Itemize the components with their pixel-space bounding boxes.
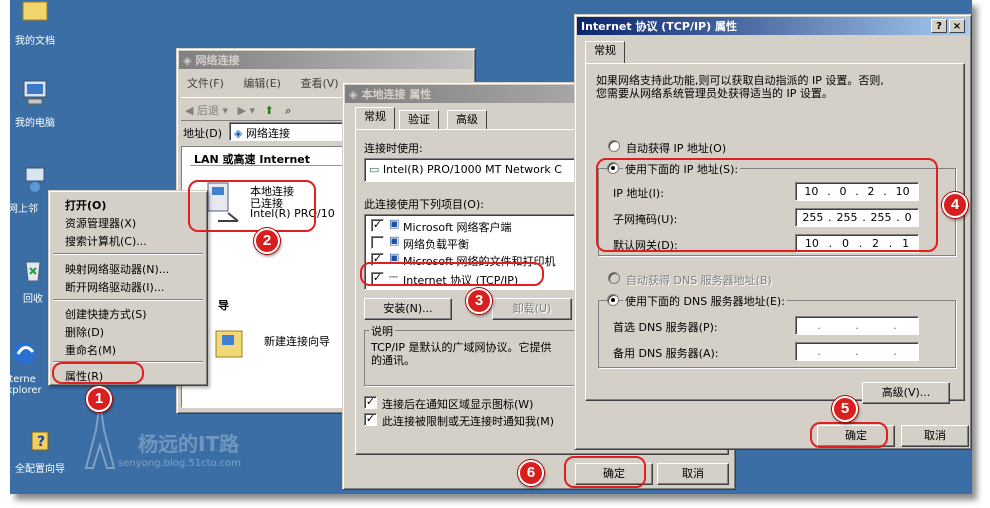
watermark-url: senyong.blog.51cto.com bbox=[118, 458, 241, 469]
desktop-icon-security-wizard[interactable]: ? 全配置向导 bbox=[10, 424, 80, 475]
network-icon bbox=[25, 167, 45, 192]
internet-explorer-icon bbox=[14, 342, 36, 364]
menu-explorer[interactable]: 资源管理器(X) bbox=[65, 215, 136, 231]
network-menubar: 文件(F) 编辑(E) 查看(V) bbox=[187, 75, 355, 91]
highlight-ring-tcpip bbox=[360, 262, 544, 286]
folder-icon bbox=[22, 1, 48, 21]
security-wizard-icon: ? bbox=[31, 431, 49, 451]
alternate-dns-field[interactable]: ... bbox=[795, 342, 919, 361]
pc-icon: ▣ bbox=[389, 234, 400, 247]
manual-dns-group: 使用下面的 DNS 服务器地址(E): 首选 DNS 服务器(P): ... 备… bbox=[598, 293, 956, 368]
wizard-icon bbox=[215, 330, 243, 358]
callout-3: 3 bbox=[466, 288, 492, 314]
radio-manual-dns[interactable] bbox=[607, 294, 619, 306]
callout-6: 6 bbox=[518, 460, 544, 486]
new-connection-wizard-label: 新建连接向导 bbox=[264, 335, 330, 348]
highlight-ring-ip-settings bbox=[596, 158, 938, 252]
highlight-ring-properties-ok bbox=[564, 456, 646, 488]
tcpip-cancel-button[interactable]: 取消 bbox=[901, 425, 969, 447]
highlight-ring-tcpip-ok bbox=[810, 422, 888, 448]
preferred-dns-field[interactable]: ... bbox=[795, 316, 919, 335]
network-window-icon: ◈ bbox=[349, 87, 358, 101]
tcpip-title: Internet 协议 (TCP/IP) 属性 bbox=[581, 20, 737, 33]
description-text: TCP/IP 是默认的广域网协议。它提供 的通讯。 bbox=[371, 341, 552, 367]
close-button[interactable]: × bbox=[949, 19, 965, 33]
menu-disconnect-drive[interactable]: 断开网络驱动器(I)... bbox=[65, 279, 164, 295]
advanced-button[interactable]: 高级(V)... bbox=[862, 382, 950, 404]
computer-icon bbox=[23, 80, 47, 105]
radio-auto-dns[interactable] bbox=[608, 272, 620, 284]
alternate-dns-label: 备用 DNS 服务器(A): bbox=[613, 347, 719, 360]
notify-label: 此连接被限制或无连接时通知我(M) bbox=[382, 415, 555, 428]
menu-edit[interactable]: 编辑(E) bbox=[243, 77, 281, 90]
component-nlb[interactable]: 网络负载平衡 bbox=[403, 236, 469, 252]
connect-using-label: 连接时使用: bbox=[364, 142, 423, 155]
auto-ip-label: 自动获得 IP 地址(O) bbox=[626, 142, 727, 155]
recycle-bin-icon bbox=[25, 261, 41, 282]
highlight-ring-properties bbox=[52, 362, 144, 384]
tab-general[interactable]: 常规 bbox=[585, 41, 625, 63]
highlight-ring-local-connection bbox=[188, 180, 316, 232]
menu-map-drive[interactable]: 映射网络驱动器(N)... bbox=[65, 261, 169, 277]
checkbox-ms-client[interactable]: ✓ bbox=[371, 219, 384, 232]
menu-rename[interactable]: 重命名(M) bbox=[65, 342, 116, 358]
callout-2: 2 bbox=[254, 228, 280, 254]
description-label: 说明 bbox=[369, 323, 395, 339]
tab-general[interactable]: 常规 bbox=[355, 107, 395, 129]
tab-advanced[interactable]: 高级 bbox=[447, 110, 487, 130]
checkbox-nlb[interactable] bbox=[371, 236, 384, 249]
items-label: 此连接使用下列项目(O): bbox=[364, 198, 484, 211]
forward-arrow-icon[interactable]: ▶ ▾ bbox=[238, 104, 255, 117]
menu-view[interactable]: 查看(V) bbox=[300, 77, 338, 90]
preferred-dns-label: 首选 DNS 服务器(P): bbox=[613, 321, 718, 334]
menu-open[interactable]: 打开(O) bbox=[65, 197, 106, 213]
manual-dns-label: 使用下面的 DNS 服务器地址(E): bbox=[623, 293, 787, 309]
callout-5: 5 bbox=[832, 396, 858, 422]
callout-4: 4 bbox=[942, 192, 968, 218]
menu-search-computer[interactable]: 搜索计算机(C)... bbox=[65, 233, 147, 249]
menu-delete[interactable]: 删除(D) bbox=[65, 324, 104, 340]
network-window-icon: ◈ bbox=[183, 53, 192, 67]
tray-icon-label: 连接后在通知区域显示图标(W) bbox=[382, 398, 534, 411]
network-folder-icon: ◈ bbox=[234, 127, 243, 140]
checkbox-tray-icon[interactable]: ✓ bbox=[364, 396, 377, 409]
back-button-label[interactable]: 后退 bbox=[197, 104, 219, 117]
tcpip-intro-text: 如果网络支持此功能,则可以获取自动指派的 IP 设置。否则, 您需要从网络系统管… bbox=[596, 74, 884, 100]
context-menu: 打开(O) 资源管理器(X) 搜索计算机(C)... 映射网络驱动器(N)...… bbox=[48, 190, 208, 386]
menu-separator bbox=[53, 253, 203, 255]
uninstall-button[interactable]: 卸载(U) bbox=[492, 298, 572, 320]
help-button[interactable]: ? bbox=[931, 19, 947, 33]
component-ms-client[interactable]: Microsoft 网络客户端 bbox=[403, 219, 512, 235]
back-arrow-icon[interactable]: ◀ bbox=[185, 104, 193, 117]
menu-create-shortcut[interactable]: 创建快捷方式(S) bbox=[65, 306, 147, 322]
desktop-icon-my-documents[interactable]: 我的文档 bbox=[10, 0, 70, 47]
pc-icon: ▣ bbox=[389, 217, 400, 230]
svg-text:?: ? bbox=[37, 434, 45, 450]
callout-1: 1 bbox=[86, 386, 112, 412]
tcpip-titlebar[interactable]: Internet 协议 (TCP/IP) 属性 ? × bbox=[577, 17, 969, 35]
auto-dns-label: 自动获得 DNS 服务器地址(B) bbox=[626, 274, 772, 287]
section-wizard-heading: 导 bbox=[218, 299, 229, 312]
menu-file[interactable]: 文件(F) bbox=[187, 77, 224, 90]
dropdown-chevron-icon[interactable]: ▾ bbox=[222, 104, 228, 117]
checkbox-notify[interactable]: ✓ bbox=[364, 413, 377, 426]
desktop-icon-my-computer[interactable]: 我的电脑 bbox=[10, 78, 70, 129]
up-folder-icon[interactable]: ⬆ bbox=[264, 104, 273, 117]
install-button[interactable]: 安装(N)... bbox=[364, 298, 452, 320]
watermark-title: 杨远的IT路 bbox=[138, 432, 240, 456]
desktop: 我的文档 我的电脑 网上邻 回收 Interne Explorer ? 全配置向… bbox=[10, 0, 972, 494]
search-icon[interactable]: ⌕ bbox=[285, 104, 291, 117]
properties-cancel-button[interactable]: 取消 bbox=[657, 463, 729, 485]
address-label: 地址(D) bbox=[183, 127, 223, 140]
tab-authentication[interactable]: 验证 bbox=[399, 110, 439, 130]
network-card-icon: ▭ bbox=[369, 163, 380, 176]
network-connections-titlebar[interactable]: ◈ 网络连接 bbox=[179, 51, 473, 69]
menu-separator bbox=[53, 299, 203, 301]
radio-auto-ip[interactable] bbox=[608, 140, 620, 152]
